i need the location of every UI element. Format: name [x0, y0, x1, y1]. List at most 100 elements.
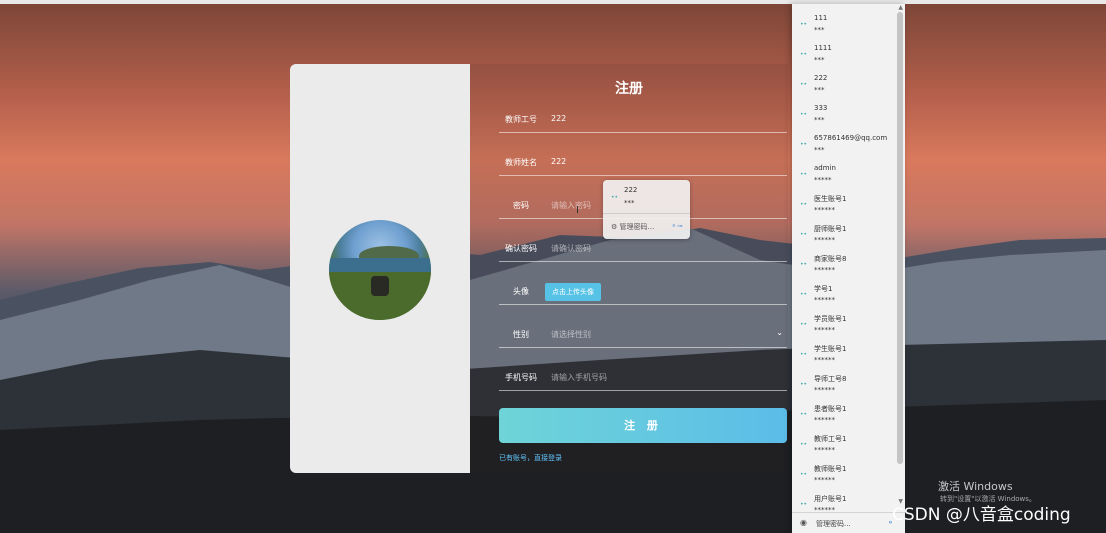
gender-select[interactable]: 性别 请选择性别 ⌄ — [499, 325, 787, 348]
saved-account-item[interactable]: •• 教师工号1 ****** — [792, 430, 896, 460]
saved-account-item[interactable]: •• admin ***** — [792, 160, 896, 190]
saved-account-item[interactable]: •• 学号1 ****** — [792, 280, 896, 310]
account-username: 医生账号1 — [814, 195, 847, 203]
chevron-down-icon[interactable]: ⌄ — [776, 328, 783, 337]
saved-accounts-dropdown: ▲ •• 111 *** •• 1111 *** •• 222 *** •• 333 *** •• 657… — [792, 4, 905, 533]
saved-account-item[interactable]: •• 教师账号1 ****** — [792, 460, 896, 490]
manage-passwords-link[interactable]: ⚙ 管理密码... — [611, 222, 654, 232]
account-password: ****** — [814, 386, 835, 394]
field-value[interactable]: 222 — [551, 157, 566, 166]
page-title: 注册 — [615, 81, 643, 97]
field-label: 教师工号 — [505, 115, 537, 124]
key-icon: •• — [800, 291, 808, 298]
field-value[interactable]: 222 — [551, 114, 566, 123]
suggest-username[interactable]: 222 — [624, 186, 637, 194]
key-icon: •• — [800, 201, 808, 208]
confirm-password-field[interactable]: 确认密码 请确认密码 — [499, 239, 787, 262]
key-icon: •• — [800, 111, 808, 118]
manage-passwords-footer[interactable]: ◉ 管理密码... ⚬ — [792, 512, 905, 533]
field-label: 头像 — [513, 287, 529, 296]
account-password: ****** — [814, 236, 835, 244]
field-placeholder[interactable]: 请选择性别 — [551, 329, 591, 340]
account-password: ****** — [814, 446, 835, 454]
password-autofill-popup: •• 222 *** ⚙ 管理密码... ⚬⊸ — [603, 180, 690, 239]
register-card: 注册 教师工号 222 教师姓名 222 密码 请输入密码 确认密码 请确认密码… — [290, 64, 788, 473]
account-password: *** — [814, 146, 825, 154]
key-icon: •• — [800, 21, 808, 28]
key-icon: •• — [611, 194, 619, 201]
saved-account-item[interactable]: •• 333 *** — [792, 100, 896, 130]
account-username: 教师账号1 — [814, 465, 847, 473]
saved-account-item[interactable]: •• 学员账号1 ****** — [792, 310, 896, 340]
account-username: 学号1 — [814, 285, 833, 293]
teacher-name-field[interactable]: 教师姓名 222 — [499, 153, 787, 176]
teacher-id-field[interactable]: 教师工号 222 — [499, 110, 787, 133]
saved-account-item[interactable]: •• 厨师账号1 ****** — [792, 220, 896, 250]
csdn-watermark: CSDN @八音盒coding — [892, 505, 1071, 525]
account-password: ****** — [814, 356, 835, 364]
upload-avatar-button[interactable]: 点击上传头像 — [545, 283, 601, 301]
account-password: ***** — [814, 176, 832, 184]
account-password: *** — [814, 26, 825, 34]
avatar-person — [371, 276, 389, 296]
account-username: 患者账号1 — [814, 405, 847, 413]
field-placeholder[interactable]: 请输入密码 — [551, 200, 591, 211]
account-password: ****** — [814, 476, 835, 484]
saved-account-item[interactable]: •• 学生账号1 ****** — [792, 340, 896, 370]
key-icon: •• — [800, 501, 808, 508]
account-username: 1111 — [814, 44, 832, 52]
account-username: 学员账号1 — [814, 315, 847, 323]
key-icon: •• — [800, 81, 808, 88]
windows-activation-title: 激活 Windows — [938, 480, 1013, 493]
account-username: 学生账号1 — [814, 345, 847, 353]
scroll-up-icon[interactable]: ▲ — [898, 4, 903, 11]
account-username: 用户账号1 — [814, 495, 847, 503]
scrollbar[interactable] — [897, 12, 903, 464]
account-password: ****** — [814, 296, 835, 304]
key-icon: •• — [800, 171, 808, 178]
account-password: ****** — [814, 266, 835, 274]
key-settings-icon[interactable]: ⚬⊸ — [671, 222, 683, 230]
register-form: 注册 教师工号 222 教师姓名 222 密码 请输入密码 确认密码 请确认密码… — [470, 64, 788, 473]
suggest-password[interactable]: *** — [624, 199, 635, 207]
saved-account-item[interactable]: •• 导师工号8 ****** — [792, 370, 896, 400]
manage-passwords-label[interactable]: 管理密码... — [816, 519, 851, 529]
chrome-icon: ◉ — [800, 518, 807, 527]
field-label: 性别 — [513, 330, 529, 339]
account-username: 厨师账号1 — [814, 225, 847, 233]
key-icon: •• — [800, 471, 808, 478]
account-username: 教师工号1 — [814, 435, 847, 443]
saved-account-item[interactable]: •• 商家账号8 ****** — [792, 250, 896, 280]
saved-account-item[interactable]: •• 医生账号1 ****** — [792, 190, 896, 220]
field-placeholder[interactable]: 请输入手机号码 — [551, 372, 607, 383]
field-label: 确认密码 — [505, 244, 537, 253]
account-password: *** — [814, 56, 825, 64]
account-username: 商家账号8 — [814, 255, 847, 263]
saved-account-item[interactable]: •• 657861469@qq.com *** — [792, 130, 896, 160]
key-icon: •• — [800, 321, 808, 328]
account-password: *** — [814, 116, 825, 124]
manage-label: 管理密码... — [619, 223, 655, 231]
key-icon: •• — [800, 141, 808, 148]
saved-account-item[interactable]: •• 患者账号1 ****** — [792, 400, 896, 430]
register-button[interactable]: 注 册 — [499, 408, 787, 443]
saved-account-item[interactable]: •• 222 *** — [792, 70, 896, 100]
account-username: 导师工号8 — [814, 375, 847, 383]
browser-top-strip — [0, 0, 1106, 4]
account-username: 657861469@qq.com — [814, 134, 888, 142]
key-icon: •• — [800, 231, 808, 238]
key-icon: •• — [800, 381, 808, 388]
avatar-field: 头像 点击上传头像 — [499, 282, 787, 305]
account-username: admin — [814, 164, 836, 172]
phone-field[interactable]: 手机号码 请输入手机号码 — [499, 368, 787, 391]
key-icon: •• — [800, 441, 808, 448]
field-placeholder[interactable]: 请确认密码 — [551, 243, 591, 254]
field-label: 手机号码 — [505, 373, 537, 382]
login-link[interactable]: 已有账号，直接登录 — [499, 453, 562, 463]
key-icon: •• — [800, 411, 808, 418]
saved-account-item[interactable]: •• 111 *** — [792, 10, 896, 40]
field-label: 密码 — [513, 201, 529, 210]
field-label: 教师姓名 — [505, 158, 537, 167]
key-icon: •• — [800, 351, 808, 358]
saved-account-item[interactable]: •• 1111 *** — [792, 40, 896, 70]
